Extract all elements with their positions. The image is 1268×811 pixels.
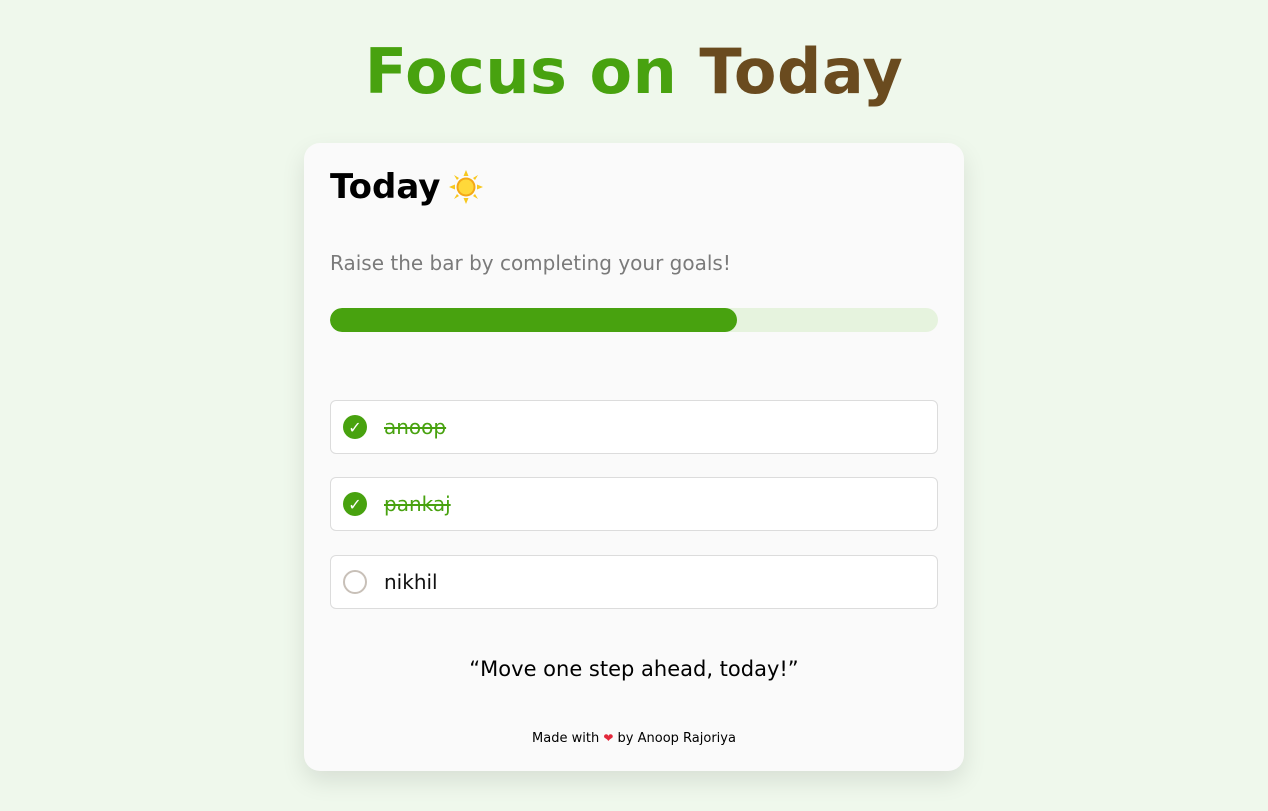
footer-credit: Made with ❤ by Anoop Rajoriya [304,731,964,746]
page-title: Focus on Today [0,32,1268,112]
goal-label: nikhil [384,570,438,594]
title-part-focus-on: Focus on [364,35,678,108]
card-heading: Today [330,165,484,209]
card-heading-label: Today [330,167,441,207]
checkbox-checked-icon[interactable]: ✓ [343,415,367,439]
checkbox-checked-icon[interactable]: ✓ [343,492,367,516]
heart-icon: ❤ [603,731,614,745]
checkbox-unchecked-icon[interactable] [343,570,367,594]
motivational-quote: “Move one step ahead, today!” [469,657,799,681]
sun-icon [449,170,484,204]
footer-made-with: Made with [532,731,600,746]
progress-bar [330,308,938,332]
goals-card: Today Raise the bar by completing your g… [304,143,964,771]
goal-label: anoop [384,415,447,439]
footer-by-author: by Anoop Rajoriya [617,731,736,746]
progress-fill [330,308,738,332]
goal-item-nikhil[interactable]: nikhil [330,555,938,609]
goal-label: pankaj [384,492,451,516]
title-part-today: Today [699,35,904,108]
subtitle: Raise the bar by completing your goals! [330,251,731,275]
goal-item-anoop[interactable]: ✓ anoop [330,400,938,454]
goal-item-pankaj[interactable]: ✓ pankaj [330,477,938,531]
